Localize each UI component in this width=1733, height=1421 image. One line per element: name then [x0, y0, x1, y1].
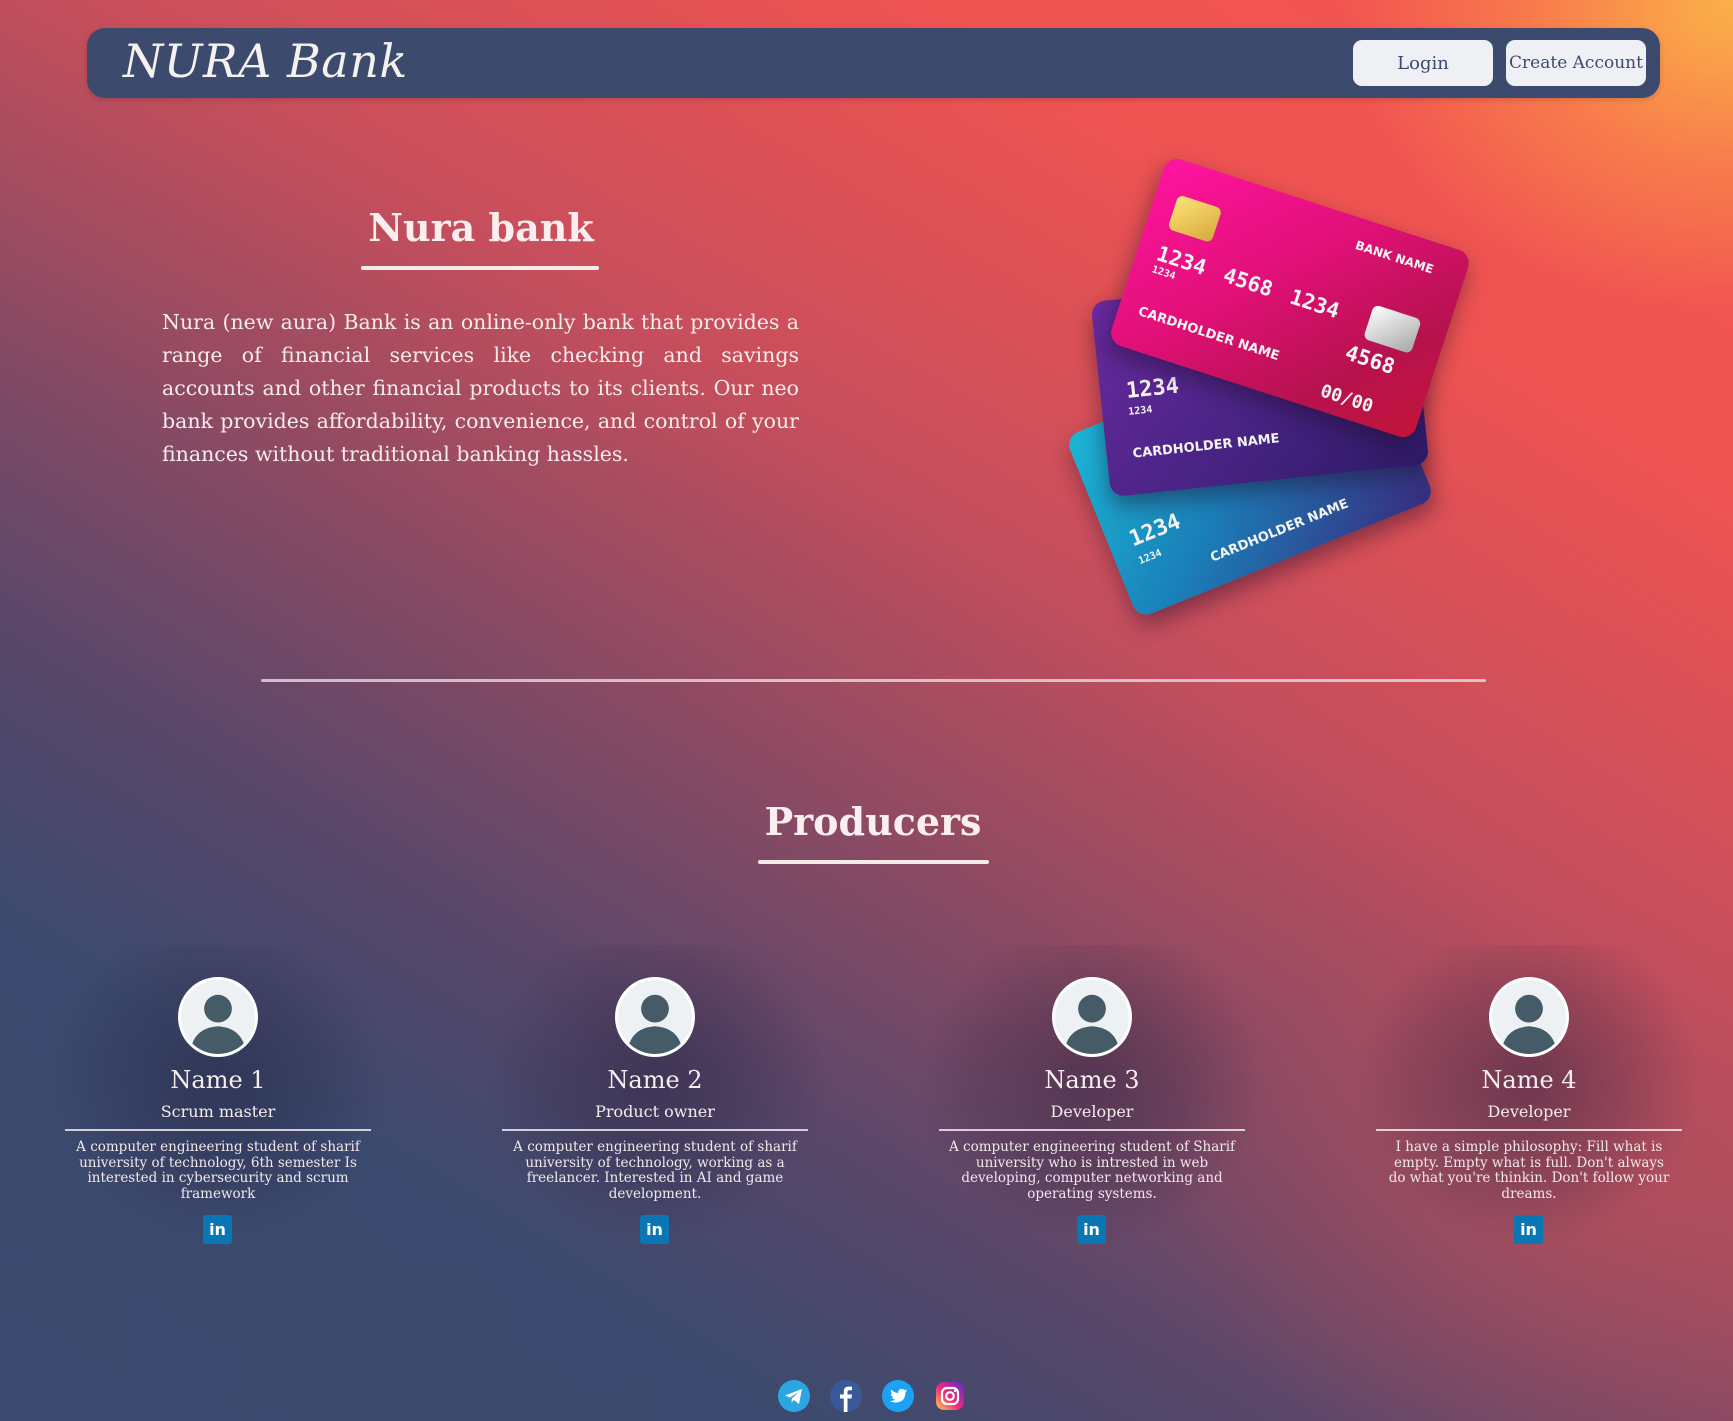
card-number-part-2: 4568: [1220, 263, 1276, 302]
social-links: [778, 1380, 968, 1414]
card-holder: CARDHOLDER NAME: [1136, 304, 1282, 365]
create-account-button[interactable]: Create Account: [1506, 40, 1646, 86]
producer-name: Name 2: [607, 1066, 703, 1094]
card-number: 1234: [1125, 509, 1185, 553]
card-holder: CARDHOLDER NAME: [1131, 431, 1281, 462]
hero-description: Nura (new aura) Bank is an online-only b…: [162, 310, 799, 466]
linkedin-icon[interactable]: in: [1077, 1215, 1106, 1244]
producers-title-underline: [758, 860, 989, 864]
card-small-number: 1234: [1127, 404, 1153, 418]
producer-description: A computer engineering student of sharif…: [76, 1139, 360, 1202]
producer-description: I have a simple philosophy: Fill what is…: [1388, 1139, 1670, 1202]
producer-name: Name 4: [1481, 1066, 1577, 1094]
twitter-icon[interactable]: [882, 1380, 914, 1412]
login-button[interactable]: Login: [1353, 40, 1493, 86]
producers-title: Producers: [764, 799, 982, 844]
card-small-number: 1234: [1137, 547, 1164, 567]
card-holder: CARDHOLDER NAME: [1208, 496, 1351, 566]
card-number-part-3: 1234: [1286, 284, 1343, 324]
hero-title: Nura bank: [368, 205, 594, 250]
user-avatar-icon: [1501, 994, 1557, 1054]
producer-divider: [939, 1129, 1245, 1131]
producer-card-4: Name 4 Developer I have a simple philoso…: [1356, 945, 1702, 1255]
producer-role: Scrum master: [160, 1102, 276, 1121]
producer-divider: [65, 1129, 371, 1131]
card-hologram-icon: [1363, 304, 1422, 355]
avatar: [1489, 977, 1569, 1057]
producer-name: Name 3: [1044, 1066, 1140, 1094]
producer-role: Developer: [1050, 1102, 1134, 1121]
section-divider: [261, 679, 1486, 682]
avatar: [1052, 977, 1132, 1057]
hero-title-underline: [361, 266, 599, 270]
producer-divider: [1376, 1129, 1682, 1131]
producer-role: Developer: [1487, 1102, 1571, 1121]
card-bank-name: BANK NAME: [1353, 238, 1436, 277]
producer-description: A computer engineering student of sharif…: [513, 1139, 797, 1202]
linkedin-icon[interactable]: in: [1514, 1215, 1543, 1244]
producer-divider: [502, 1129, 808, 1131]
telegram-icon[interactable]: [778, 1380, 810, 1412]
avatar: [178, 977, 258, 1057]
producer-description: A computer engineering student of Sharif…: [949, 1139, 1236, 1202]
navbar: NURA Bank Login Create Account: [87, 28, 1660, 98]
producer-name: Name 1: [170, 1066, 266, 1094]
credit-cards-illustration: 1234 1234 CARDHOLDER NAME 1234 1234 CARD…: [1060, 155, 1500, 619]
user-avatar-icon: [1064, 994, 1120, 1054]
user-avatar-icon: [190, 994, 246, 1054]
instagram-icon[interactable]: [934, 1380, 966, 1412]
card-number: 1234: [1124, 373, 1181, 404]
producer-card-3: Name 3 Developer A computer engineering …: [919, 945, 1265, 1255]
facebook-icon[interactable]: [830, 1380, 862, 1412]
linkedin-icon[interactable]: in: [640, 1215, 669, 1244]
card-expiry: 00/00: [1317, 380, 1376, 418]
card-chip-icon: [1167, 194, 1223, 243]
producer-card-2: Name 2 Product owner A computer engineer…: [482, 945, 828, 1255]
avatar: [615, 977, 695, 1057]
producer-role: Product owner: [595, 1102, 715, 1121]
producer-card-1: Name 1 Scrum master A computer engineeri…: [45, 945, 391, 1255]
brand-logo[interactable]: NURA Bank: [123, 34, 408, 88]
linkedin-icon[interactable]: in: [203, 1215, 232, 1244]
user-avatar-icon: [627, 994, 683, 1054]
